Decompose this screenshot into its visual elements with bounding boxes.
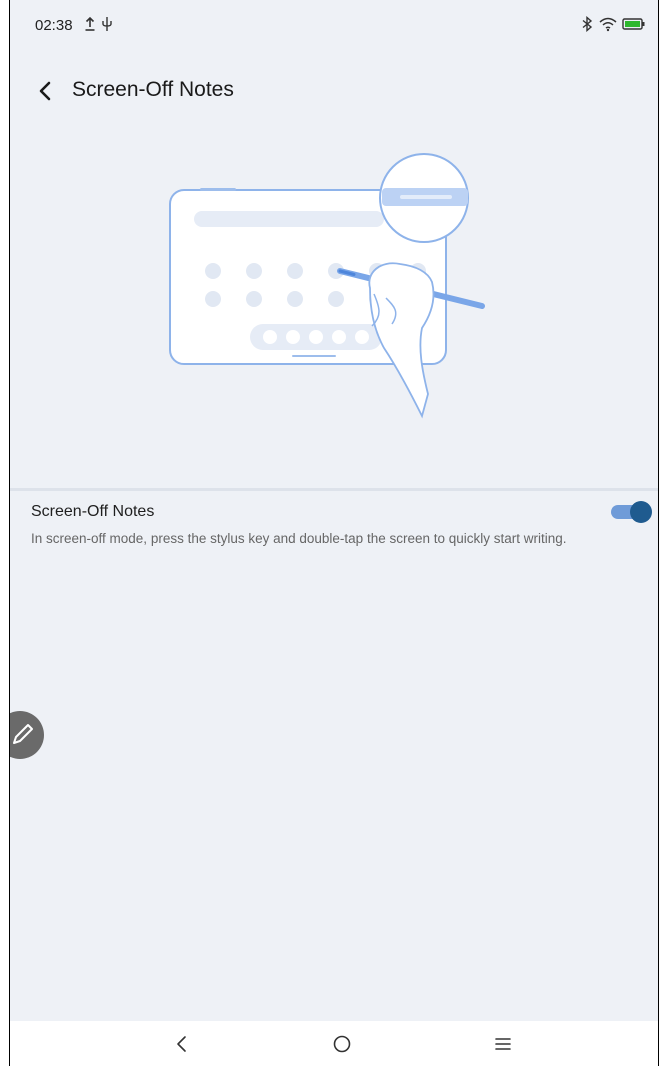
- back-button[interactable]: [28, 74, 62, 108]
- setting-row-screen-off-notes: Screen-Off Notes In screen-off mode, pre…: [10, 495, 658, 565]
- navigation-bar: [10, 1021, 658, 1066]
- usb-icon: [102, 17, 112, 31]
- menu-icon: [495, 1038, 511, 1050]
- nav-home-button[interactable]: [322, 1029, 362, 1059]
- setting-description: In screen-off mode, press the stylus key…: [31, 531, 567, 546]
- wifi-icon: [599, 17, 617, 32]
- nav-back-button[interactable]: [162, 1029, 202, 1059]
- status-time: 02:38: [35, 17, 73, 34]
- nav-menu-button[interactable]: [483, 1029, 523, 1059]
- chevron-left-icon: [39, 81, 51, 101]
- section-divider: [10, 488, 658, 491]
- header: Screen-Off Notes: [10, 62, 658, 118]
- bluetooth-icon: [582, 16, 593, 32]
- page-title: Screen-Off Notes: [72, 78, 234, 101]
- upload-icon: [85, 16, 95, 31]
- home-icon: [333, 1035, 351, 1053]
- back-icon: [177, 1036, 186, 1052]
- toggle-knob: [630, 501, 652, 523]
- screen-off-notes-toggle[interactable]: [611, 501, 652, 523]
- pen-icon: [13, 724, 33, 744]
- stylus-writing-illustration: [169, 153, 485, 419]
- status-bar: 02:38: [10, 0, 658, 48]
- screen: 02:38 Screen-Off Notes Screen-Off Notes …: [9, 0, 659, 1066]
- battery-icon: [622, 18, 645, 30]
- floating-pen-button[interactable]: [10, 711, 44, 759]
- setting-title: Screen-Off Notes: [31, 503, 155, 520]
